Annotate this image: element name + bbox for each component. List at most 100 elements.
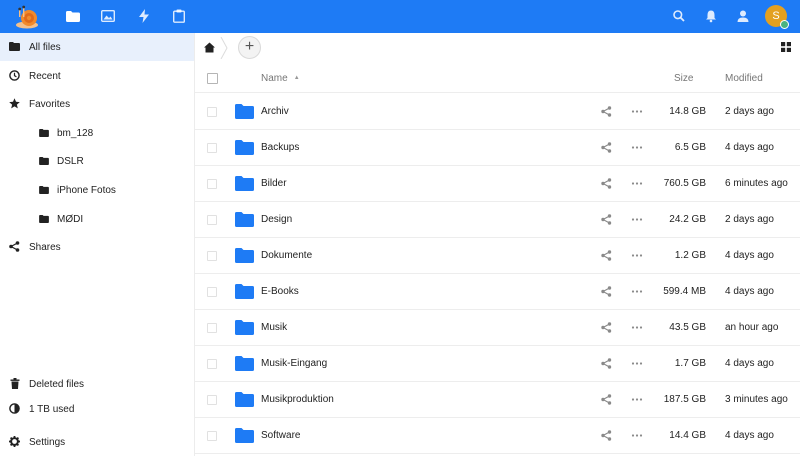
share-icon[interactable] bbox=[601, 250, 612, 261]
share-icon[interactable] bbox=[601, 358, 612, 369]
file-name[interactable]: Musik bbox=[261, 322, 287, 333]
activity-app-icon[interactable] bbox=[136, 8, 152, 24]
user-avatar[interactable]: S bbox=[765, 5, 789, 29]
table-row[interactable]: Musikproduktion 187.5 GB 3 minutes ago bbox=[195, 382, 800, 418]
sidebar-item-label: Settings bbox=[29, 436, 66, 448]
folder-icon bbox=[235, 284, 254, 299]
sidebar-item-dslr[interactable]: DSLR bbox=[0, 147, 194, 175]
row-checkbox[interactable] bbox=[207, 251, 217, 261]
more-actions-icon[interactable] bbox=[631, 106, 643, 117]
file-table-header: Name ▲ Size Modified bbox=[195, 63, 800, 93]
sidebar-item-shares[interactable]: Shares bbox=[0, 233, 194, 261]
file-name[interactable]: Software bbox=[261, 430, 300, 441]
breadcrumb: + bbox=[195, 33, 800, 63]
row-checkbox[interactable] bbox=[207, 431, 217, 441]
share-icon[interactable] bbox=[601, 214, 612, 225]
file-modified: 2 days ago bbox=[725, 214, 774, 225]
table-row[interactable]: Musik-Eingang 1.7 GB 4 days ago bbox=[195, 346, 800, 382]
file-size: 6.5 GB bbox=[674, 142, 706, 153]
table-row[interactable]: Musik 43.5 GB an hour ago bbox=[195, 310, 800, 346]
clock-icon bbox=[9, 70, 20, 81]
folder-icon bbox=[235, 140, 254, 155]
sidebar-item-settings[interactable]: Settings bbox=[0, 428, 194, 456]
photos-app-icon[interactable] bbox=[100, 8, 116, 24]
storage-pie-icon bbox=[9, 403, 20, 414]
table-row[interactable]: E-Books 599.4 MB 4 days ago bbox=[195, 274, 800, 310]
file-size: 1.2 GB bbox=[674, 250, 706, 261]
share-icon bbox=[9, 241, 20, 252]
more-actions-icon[interactable] bbox=[631, 430, 643, 441]
row-checkbox[interactable] bbox=[207, 287, 217, 297]
file-name[interactable]: E-Books bbox=[261, 286, 299, 297]
file-name[interactable]: Design bbox=[261, 214, 292, 225]
sidebar-item-all-files[interactable]: All files bbox=[0, 33, 194, 61]
row-checkbox[interactable] bbox=[207, 215, 217, 225]
share-icon[interactable] bbox=[601, 178, 612, 189]
file-name[interactable]: Backups bbox=[261, 142, 299, 153]
column-name-header[interactable]: Name ▲ bbox=[261, 73, 300, 84]
file-modified: 6 minutes ago bbox=[725, 178, 788, 189]
snail-logo-icon[interactable] bbox=[14, 4, 40, 30]
grid-view-toggle-icon[interactable] bbox=[781, 42, 791, 52]
search-icon[interactable] bbox=[672, 9, 686, 23]
avatar-initial: S bbox=[772, 10, 780, 22]
share-icon[interactable] bbox=[601, 286, 612, 297]
row-checkbox[interactable] bbox=[207, 179, 217, 189]
folder-icon bbox=[235, 356, 254, 371]
folder-icon bbox=[235, 248, 254, 263]
table-row[interactable]: Design 24.2 GB 2 days ago bbox=[195, 202, 800, 238]
sidebar-item-label: MØDI bbox=[57, 213, 84, 225]
table-row[interactable]: Bilder 760.5 GB 6 minutes ago bbox=[195, 166, 800, 202]
folder-icon bbox=[38, 155, 49, 166]
file-name[interactable]: Musikproduktion bbox=[261, 394, 334, 405]
share-icon[interactable] bbox=[601, 106, 612, 117]
file-name[interactable]: Archiv bbox=[261, 106, 289, 117]
more-actions-icon[interactable] bbox=[631, 250, 643, 261]
file-name[interactable]: Dokumente bbox=[261, 250, 312, 261]
sidebar-item-iphone-fotos[interactable]: iPhone Fotos bbox=[0, 176, 194, 204]
more-actions-icon[interactable] bbox=[631, 214, 643, 225]
row-checkbox[interactable] bbox=[207, 359, 217, 369]
top-header: S bbox=[0, 0, 800, 33]
more-actions-icon[interactable] bbox=[631, 394, 643, 405]
sidebar-item-favorites[interactable]: Favorites bbox=[0, 90, 194, 118]
breadcrumb-separator-icon bbox=[219, 36, 229, 60]
more-actions-icon[interactable] bbox=[631, 178, 643, 189]
more-actions-icon[interactable] bbox=[631, 358, 643, 369]
home-icon[interactable] bbox=[204, 42, 215, 53]
file-name[interactable]: Musik-Eingang bbox=[261, 358, 327, 369]
sidebar-item-deleted-files[interactable]: Deleted files bbox=[0, 370, 194, 398]
sidebar-item-recent[interactable]: Recent bbox=[0, 62, 194, 90]
share-icon[interactable] bbox=[601, 430, 612, 441]
share-icon[interactable] bbox=[601, 142, 612, 153]
select-all-checkbox[interactable] bbox=[207, 73, 218, 84]
sidebar-item-bm128[interactable]: bm_128 bbox=[0, 119, 194, 147]
files-app-icon[interactable] bbox=[65, 8, 81, 24]
table-row[interactable]: Archiv 14.8 GB 2 days ago bbox=[195, 94, 800, 130]
table-row[interactable]: Software 14.4 GB 4 days ago bbox=[195, 418, 800, 454]
file-modified: an hour ago bbox=[725, 322, 779, 333]
more-actions-icon[interactable] bbox=[631, 142, 643, 153]
online-status-dot bbox=[780, 20, 789, 29]
row-checkbox[interactable] bbox=[207, 395, 217, 405]
notifications-bell-icon[interactable] bbox=[704, 9, 718, 23]
file-modified: 4 days ago bbox=[725, 250, 774, 261]
contacts-icon[interactable] bbox=[736, 9, 750, 23]
new-file-button[interactable]: + bbox=[238, 36, 261, 59]
column-modified-header[interactable]: Modified bbox=[725, 73, 763, 84]
table-row[interactable]: Backups 6.5 GB 4 days ago bbox=[195, 130, 800, 166]
deck-app-icon[interactable] bbox=[171, 8, 187, 24]
row-checkbox[interactable] bbox=[207, 143, 217, 153]
row-checkbox[interactable] bbox=[207, 107, 217, 117]
file-size: 1.7 GB bbox=[674, 358, 706, 369]
sidebar-item-label: All files bbox=[29, 41, 61, 53]
row-checkbox[interactable] bbox=[207, 323, 217, 333]
more-actions-icon[interactable] bbox=[631, 322, 643, 333]
table-row[interactable]: Dokumente 1.2 GB 4 days ago bbox=[195, 238, 800, 274]
file-name[interactable]: Bilder bbox=[261, 178, 287, 189]
sidebar-item-modi[interactable]: MØDI bbox=[0, 205, 194, 233]
share-icon[interactable] bbox=[601, 322, 612, 333]
share-icon[interactable] bbox=[601, 394, 612, 405]
column-size-header[interactable]: Size bbox=[674, 73, 693, 84]
more-actions-icon[interactable] bbox=[631, 286, 643, 297]
